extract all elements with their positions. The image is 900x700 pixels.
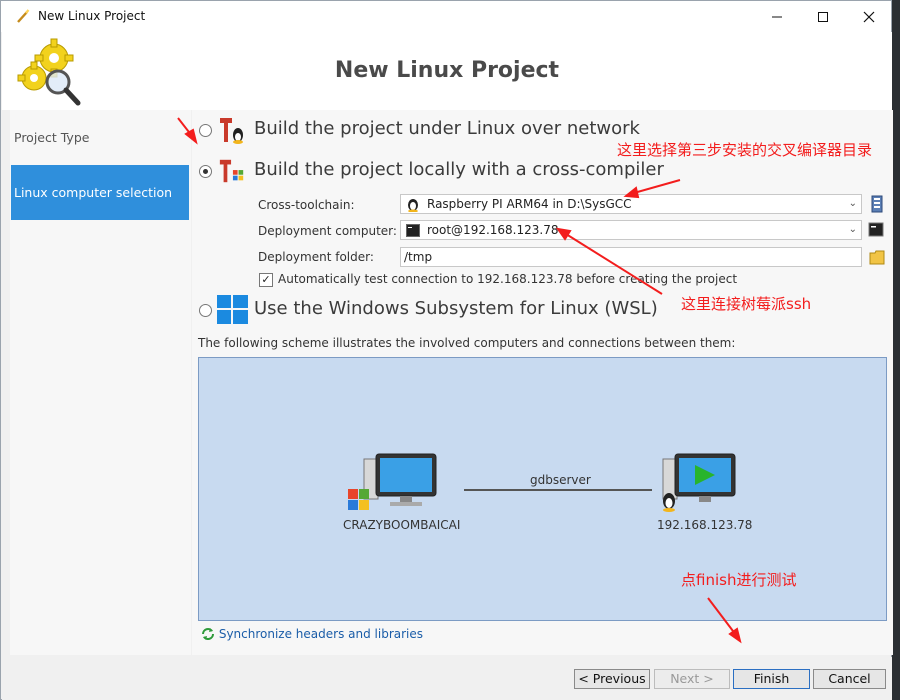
terminal-icon xyxy=(406,224,420,237)
radio-wsl[interactable] xyxy=(199,304,212,317)
maximize-button[interactable] xyxy=(800,1,846,32)
deployment-computer-value: root@192.168.123.78 xyxy=(427,223,559,237)
annotation-ssh: 这里连接树莓派ssh xyxy=(681,295,812,313)
chevron-down-icon: ⌄ xyxy=(848,224,857,235)
toolchain-value: Raspberry PI ARM64 in D:\SysGCC xyxy=(427,197,632,211)
wand-icon xyxy=(17,9,30,23)
local-computer-name: CRAZYBOOMBAICAI xyxy=(343,518,461,532)
sync-headers-link[interactable]: Synchronize headers and libraries xyxy=(201,627,423,641)
wizard-header: New Linux Project xyxy=(2,32,892,110)
maximize-icon xyxy=(818,11,828,22)
deployment-folder-label: Deployment folder: xyxy=(258,250,374,264)
option-cross-compiler-label[interactable]: Build the project locally with a cross-c… xyxy=(254,159,664,180)
auto-test-checkbox[interactable]: ✓ xyxy=(259,273,273,287)
windows-computer-icon xyxy=(348,453,437,510)
sidebar-item-project-type[interactable]: Project Type xyxy=(11,124,189,152)
terminal-icon[interactable] xyxy=(868,221,884,239)
wizard-footer: < Previous Next > Finish Cancel xyxy=(2,657,892,700)
folder-icon[interactable] xyxy=(869,248,885,266)
sidebar-item-linux-computer-selection[interactable]: Linux computer selection xyxy=(11,165,189,220)
connection-line xyxy=(464,489,652,491)
annotation-finish: 点finish进行测试 xyxy=(681,571,797,589)
window-title: New Linux Project xyxy=(38,9,146,23)
refresh-icon xyxy=(202,628,214,640)
option-wsl-label[interactable]: Use the Windows Subsystem for Linux (WSL… xyxy=(254,298,658,319)
toolchain-select[interactable]: Raspberry PI ARM64 in D:\SysGCC ⌄ xyxy=(400,194,862,214)
toolchain-settings-icon[interactable] xyxy=(869,195,885,213)
previous-button[interactable]: < Previous xyxy=(574,669,650,689)
close-icon xyxy=(863,11,875,22)
option-network-label[interactable]: Build the project under Linux over netwo… xyxy=(254,118,640,139)
chevron-down-icon: ⌄ xyxy=(848,198,857,209)
page-title: New Linux Project xyxy=(334,58,560,83)
minimize-button[interactable] xyxy=(754,1,800,32)
tux-icon xyxy=(408,199,418,212)
remote-computer-name: 192.168.123.78 xyxy=(657,518,753,532)
deployment-computer-label: Deployment computer: xyxy=(258,224,397,238)
windows-logo-icon xyxy=(217,295,248,324)
close-button[interactable] xyxy=(846,1,892,32)
annotation-toolchain: 这里选择第三步安装的交叉编译器目录 xyxy=(617,141,873,159)
wizard-sidebar: Project Type Linux computer selection xyxy=(10,110,191,655)
deployment-computer-select[interactable]: root@192.168.123.78 ⌄ xyxy=(400,220,862,240)
cancel-button[interactable]: Cancel xyxy=(813,669,886,689)
linux-tools-icon xyxy=(220,118,243,144)
sync-headers-label[interactable]: Synchronize headers and libraries xyxy=(219,627,423,641)
wizard-window: New Linux Project New Linux Project Proj… xyxy=(0,0,893,700)
deployment-folder-value: /tmp xyxy=(404,250,433,264)
finish-button[interactable]: Finish xyxy=(733,669,810,689)
radio-cross-compiler[interactable] xyxy=(199,165,212,178)
auto-test-label[interactable]: Automatically test connection to 192.168… xyxy=(278,272,737,286)
scheme-caption: The following scheme illustrates the inv… xyxy=(198,336,736,350)
deployment-folder-input[interactable]: /tmp xyxy=(400,247,862,267)
next-button[interactable]: Next > xyxy=(654,669,730,689)
cross-compiler-icon xyxy=(219,159,244,183)
connection-label: gdbserver xyxy=(530,473,591,487)
radio-network[interactable] xyxy=(199,124,212,137)
linux-computer-icon xyxy=(662,453,736,512)
minimize-icon xyxy=(772,16,782,17)
title-bar: New Linux Project xyxy=(1,1,891,32)
toolchain-label: Cross-toolchain: xyxy=(258,198,355,212)
